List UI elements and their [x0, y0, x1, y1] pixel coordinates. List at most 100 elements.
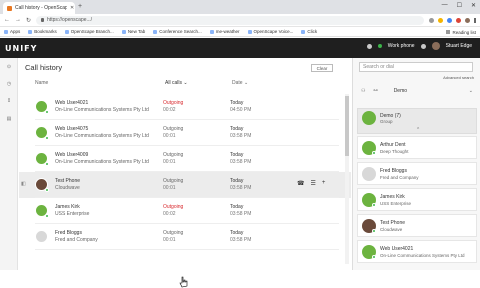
- call-row[interactable]: Fred Bloggs Fred and Company Outgoing 00:01…: [19, 224, 351, 250]
- group-filter-label[interactable]: Demo: [394, 88, 407, 94]
- browser-tab[interactable]: Call history - OpenScape UC ✕: [3, 2, 75, 14]
- call-duration: 00:02: [163, 107, 176, 113]
- bookmark-icon: [301, 29, 306, 34]
- contact-name[interactable]: Web User4009: [55, 152, 88, 158]
- lock-icon: [41, 18, 45, 22]
- call-row[interactable]: James Kirk USS Enterprise Outgoing 00:02 Tod…: [19, 198, 351, 224]
- column-header-date[interactable]: Date ⌄: [232, 80, 248, 86]
- star-icon[interactable]: [438, 17, 443, 23]
- chevron-down-icon: ⌄: [183, 80, 188, 86]
- messages-icon[interactable]: ▤: [4, 116, 14, 124]
- expand-icon[interactable]: ◧: [21, 181, 26, 187]
- contact-name[interactable]: Web User4075: [55, 126, 88, 132]
- contact-name: James Kirk: [380, 194, 405, 200]
- menu-dots-icon[interactable]: [474, 17, 476, 23]
- advanced-search-link[interactable]: Advanced search: [443, 75, 474, 80]
- contacts-filter: ⚇ ⚯ Demo ⌄: [361, 86, 475, 96]
- clear-button[interactable]: Clear: [311, 64, 333, 72]
- bookmark-label: OpenScape Branch...: [70, 29, 114, 34]
- call-row[interactable]: Web User4021 On-Line Communications Syste…: [19, 94, 351, 120]
- contact-card[interactable]: Fred Bloggs Fred and Company: [357, 162, 477, 185]
- group-entry[interactable]: Demo (7) Group ⌃: [357, 108, 477, 134]
- bookmark-item[interactable]: New Tab: [121, 29, 146, 34]
- home-icon[interactable]: ⊙: [4, 64, 14, 72]
- contact-name[interactable]: Test Phone: [55, 178, 80, 184]
- bookmark-item[interactable]: Bookmarks: [28, 29, 57, 34]
- reload-icon[interactable]: ↻: [26, 17, 31, 24]
- chevron-down-icon[interactable]: ⌄: [469, 88, 473, 94]
- bookmark-item[interactable]: Apps: [4, 29, 20, 34]
- user-avatar[interactable]: [431, 42, 440, 50]
- filter-dropdown[interactable]: All calls ⌄: [165, 80, 188, 86]
- contact-name[interactable]: James Kirk: [55, 204, 80, 210]
- call-direction: Outgoing: [163, 204, 184, 210]
- details-icon[interactable]: ☰: [310, 180, 315, 187]
- tab-title: Call history - OpenScape UC: [15, 5, 67, 11]
- bookmark-item[interactable]: OpenScape Voice...: [247, 29, 293, 34]
- call-row[interactable]: Web User4075 On-Line Communications Syste…: [19, 120, 351, 146]
- work-phone-label[interactable]: Work phone: [388, 43, 415, 49]
- extension-icon-2[interactable]: [456, 17, 461, 23]
- url-field[interactable]: https://openscape.../: [36, 15, 424, 25]
- bookmark-label: New Tab: [127, 29, 146, 34]
- contact-card[interactable]: Web User4021 On-Line Communications Syste…: [357, 240, 477, 263]
- chevron-up-icon[interactable]: ⌃: [416, 127, 420, 133]
- profile-avatar-icon[interactable]: [465, 17, 470, 23]
- call-icon[interactable]: ☎: [297, 180, 304, 187]
- bookmark-item[interactable]: OpenScape Branch...: [64, 29, 114, 34]
- call-time: 03:58 PM: [230, 133, 252, 139]
- row-divider: [35, 249, 339, 250]
- minimize-icon[interactable]: —: [442, 2, 448, 9]
- contact-company: On-Line Communications Systems Pty Ltd: [55, 107, 149, 113]
- unify-logo: UNIFY: [5, 43, 38, 53]
- back-icon[interactable]: ←: [4, 17, 10, 23]
- bookmark-icon: [4, 29, 8, 34]
- bookmark-label: Conference Search...: [159, 29, 202, 34]
- contact-company: Cloudwave: [55, 185, 80, 191]
- reading-list-label: Reading list: [452, 29, 476, 35]
- group-sub: Group: [380, 119, 393, 124]
- extension-icon[interactable]: [447, 17, 452, 23]
- call-day: Today: [230, 204, 244, 210]
- call-history-panel: Call history Clear Name All calls ⌄ Date…: [19, 58, 351, 288]
- scrollbar-thumb[interactable]: [345, 96, 349, 156]
- contact-avatar: [35, 230, 48, 243]
- contact-name[interactable]: Fred Bloggs: [55, 230, 82, 236]
- contact-card[interactable]: Test Phone Cloudwave: [357, 214, 477, 237]
- presence-icon: [45, 110, 49, 114]
- key-icon[interactable]: [429, 17, 434, 23]
- group-icon[interactable]: ⚇: [361, 88, 365, 94]
- add-icon[interactable]: +: [322, 180, 326, 187]
- bookmark-item[interactable]: Click: [301, 29, 317, 34]
- close-tab-icon[interactable]: ✕: [70, 5, 74, 11]
- close-window-icon[interactable]: ✕: [471, 2, 476, 9]
- contact-name: Web User4021: [380, 246, 414, 252]
- new-tab-button[interactable]: +: [78, 3, 82, 10]
- phone-settings-icon[interactable]: [420, 43, 426, 49]
- maximize-icon[interactable]: ☐: [457, 2, 462, 9]
- column-header-name[interactable]: Name: [35, 80, 48, 86]
- call-row[interactable]: ◧ Test Phone Cloudwave Outgoing 00:01 Today 03…: [19, 172, 351, 198]
- contacts-panel: Search or dial Advanced search ⚇ ⚯ Demo …: [352, 58, 480, 270]
- forward-icon[interactable]: →: [15, 17, 21, 23]
- user-name[interactable]: Stuart Edge: [446, 43, 472, 49]
- bookmark-item[interactable]: Conference Search...: [153, 29, 202, 34]
- contact-name: Arthur Dent: [380, 142, 406, 148]
- presence-icon: [372, 203, 376, 207]
- bookmark-item[interactable]: me-weather: [209, 29, 240, 34]
- reading-list[interactable]: Reading list: [446, 27, 476, 36]
- history-icon[interactable]: ◷: [4, 81, 14, 89]
- scrollbar[interactable]: [345, 94, 349, 264]
- contact-card[interactable]: Arthur Dent Deep Thought: [357, 136, 477, 159]
- contact-name[interactable]: Web User4021: [55, 100, 88, 106]
- directory-icon[interactable]: ⚯: [373, 88, 377, 94]
- call-row[interactable]: Web User4009 On-Line Communications Syste…: [19, 146, 351, 172]
- dialpad-icon[interactable]: ⁞⁞: [4, 98, 14, 106]
- search-input[interactable]: Search or dial: [359, 62, 473, 72]
- bookmark-label: Bookmarks: [34, 29, 57, 34]
- bookmarks-bar: Apps Bookmarks OpenScape Branch... New Tab C…: [0, 27, 480, 37]
- call-day: Today: [230, 100, 244, 106]
- contact-card[interactable]: James Kirk USS Enterprise: [357, 188, 477, 211]
- notification-icon[interactable]: [366, 43, 372, 49]
- call-day: Today: [230, 152, 244, 158]
